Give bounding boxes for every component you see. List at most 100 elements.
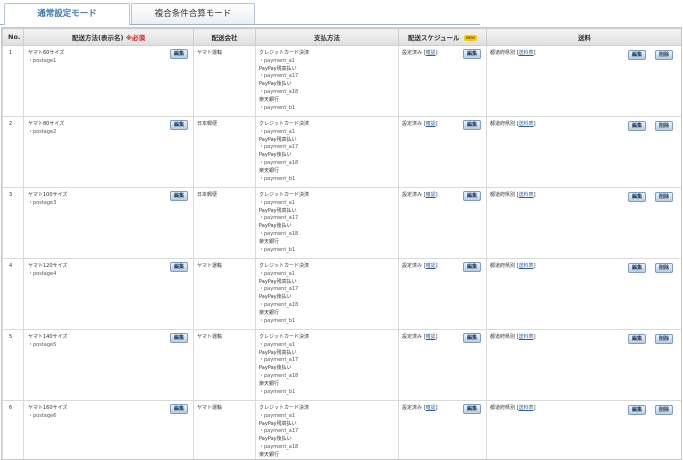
method-cell: ヤマト160サイズ ・postage6 編集 <box>23 400 194 459</box>
edit-fee-button[interactable]: 編集 <box>627 405 646 415</box>
edit-method-button[interactable]: 編集 <box>169 49 188 59</box>
edit-schedule-button[interactable]: 編集 <box>462 262 481 272</box>
edit-fee-button[interactable]: 編集 <box>627 50 646 60</box>
fee-table-link[interactable]: 送料表 <box>519 405 534 411</box>
method-name: ヤマト120サイズ <box>28 263 68 269</box>
edit-method-button[interactable]: 編集 <box>169 120 188 130</box>
method-cell: ヤマト100サイズ ・postage3 編集 <box>23 187 194 259</box>
schedule-confirm-link[interactable]: 確認 <box>426 334 436 340</box>
method-cell: ヤマト60サイズ ・postage1 編集 <box>23 45 194 117</box>
table-body: 1 ヤマト60サイズ ・postage1 編集 ヤマト運輸 クレジットカード決済… <box>2 45 681 459</box>
fee-bracket: ] <box>533 121 536 127</box>
edit-schedule-button[interactable]: 編集 <box>462 404 481 414</box>
company-cell: 日本郵便 <box>193 187 256 259</box>
payment-method-line: PayPay後払い <box>259 365 292 372</box>
payment-method-line: ・payment_a18 <box>259 88 299 95</box>
payment-method-line: ・payment_a1 <box>259 199 296 206</box>
method-name: ヤマト60サイズ <box>28 50 65 56</box>
method-name: ヤマト80サイズ <box>28 121 65 127</box>
edit-method-button[interactable]: 編集 <box>169 333 188 343</box>
fee-bracket: ] <box>533 334 536 340</box>
schedule-confirm-link[interactable]: 確認 <box>426 121 436 127</box>
tab-combined-mode[interactable]: 複合条件合算モード <box>131 3 255 25</box>
schedule-status: 設定済み [ <box>402 405 426 411</box>
payment-method-line: PayPay残高払い <box>259 207 297 214</box>
edit-fee-button[interactable]: 編集 <box>627 121 646 131</box>
payment-method-line: ・payment_b1 <box>259 388 296 395</box>
payment-method-line: ・payment_a1 <box>259 412 296 419</box>
fee-table-link[interactable]: 送料表 <box>519 121 534 127</box>
payment-method-line: ・payment_b1 <box>259 175 296 182</box>
method-code: ・postage2 <box>28 128 57 135</box>
payment-method-line: PayPay残高払い <box>259 65 297 72</box>
delete-button[interactable]: 削除 <box>654 50 673 60</box>
edit-schedule-button[interactable]: 編集 <box>462 49 481 59</box>
method-cell: ヤマト80サイズ ・postage2 編集 <box>23 116 194 188</box>
edit-method-button[interactable]: 編集 <box>169 191 188 201</box>
edit-fee-button[interactable]: 編集 <box>627 192 646 202</box>
edit-schedule-button[interactable]: 編集 <box>462 191 481 201</box>
schedule-cell: 設定済み [確認] 編集 <box>398 116 487 188</box>
fee-table-link[interactable]: 送料表 <box>519 192 534 198</box>
delete-button[interactable]: 削除 <box>654 405 673 415</box>
payment-method-line: クレジットカード決済 <box>259 192 310 198</box>
schedule-confirm-link[interactable]: 確認 <box>426 405 436 411</box>
edit-schedule-button[interactable]: 編集 <box>462 120 481 130</box>
payment-method-line: 楽天銀行 <box>259 309 280 316</box>
payment-method-line: ・payment_a1 <box>259 270 296 277</box>
delete-button[interactable]: 削除 <box>654 192 673 202</box>
payment-method-line: クレジットカード決済 <box>259 405 310 411</box>
payment-method-line: PayPay残高払い <box>259 136 297 143</box>
edit-fee-button[interactable]: 編集 <box>627 334 646 344</box>
fee-cell: 都道府県別 [送料表] 編集 削除 <box>486 258 681 330</box>
schedule-cell: 設定済み [確認] 編集 <box>398 329 487 401</box>
method-code: ・postage4 <box>28 270 57 277</box>
schedule-confirm-link[interactable]: 確認 <box>426 192 436 198</box>
col-header-fee: 送料 <box>486 28 681 46</box>
row-number: 6 <box>2 400 24 459</box>
edit-method-button[interactable]: 編集 <box>169 404 188 414</box>
payment-method-line: ・payment_a18 <box>259 443 299 450</box>
payment-cell: クレジットカード決済 ・payment_a1 PayPay残高払い ・payment_… <box>255 45 399 117</box>
edit-method-button[interactable]: 編集 <box>169 262 188 272</box>
col-header-schedule-label: 配送スケジュール <box>408 34 460 42</box>
edit-fee-button[interactable]: 編集 <box>627 263 646 273</box>
payment-method-line: ・payment_a1 <box>259 128 296 135</box>
new-badge: NEW <box>463 35 477 41</box>
schedule-bracket: ] <box>435 263 438 269</box>
shipping-company: ヤマト運輸 <box>197 405 223 411</box>
payment-method-line: ・payment_a18 <box>259 159 299 166</box>
schedule-status: 設定済み [ <box>402 121 426 127</box>
shipping-company: ヤマト運輸 <box>197 334 223 340</box>
payment-method-line: ・payment_a18 <box>259 372 299 379</box>
table-row: 3 ヤマト100サイズ ・postage3 編集 日本郵便 クレジットカード決済… <box>2 187 681 259</box>
schedule-confirm-link[interactable]: 確認 <box>426 50 436 56</box>
delete-button[interactable]: 削除 <box>654 263 673 273</box>
fee-table-link[interactable]: 送料表 <box>519 263 534 269</box>
shipping-table-container: No. 配送方法(表示名) ※必須 配送会社 支払方法 配送スケジュール NEW… <box>1 27 682 460</box>
payment-method-line: 楽天銀行 <box>259 167 280 174</box>
schedule-cell: 設定済み [確認] 編集 <box>398 258 487 330</box>
fee-table-link[interactable]: 送料表 <box>519 50 534 56</box>
tab-normal-mode[interactable]: 通常設定モード <box>4 3 130 25</box>
delete-button[interactable]: 削除 <box>654 334 673 344</box>
payment-method-line: クレジットカード決済 <box>259 334 310 340</box>
delete-button[interactable]: 削除 <box>654 121 673 131</box>
schedule-confirm-link[interactable]: 確認 <box>426 263 436 269</box>
shipping-company: 日本郵便 <box>197 121 218 127</box>
payment-method-line: 楽天銀行 <box>259 451 280 458</box>
payment-cell: クレジットカード決済 ・payment_a1 PayPay残高払い ・payment_… <box>255 116 399 188</box>
schedule-bracket: ] <box>435 50 438 56</box>
payment-method-line: 楽天銀行 <box>259 238 280 245</box>
schedule-bracket: ] <box>435 405 438 411</box>
row-number: 3 <box>2 187 24 259</box>
schedule-status: 設定済み [ <box>402 50 426 56</box>
table-header-row: No. 配送方法(表示名) ※必須 配送会社 支払方法 配送スケジュール NEW… <box>2 28 681 46</box>
method-code: ・postage6 <box>28 412 57 419</box>
row-number: 4 <box>2 258 24 330</box>
method-code: ・postage5 <box>28 341 57 348</box>
fee-table-link[interactable]: 送料表 <box>519 334 534 340</box>
edit-schedule-button[interactable]: 編集 <box>462 333 481 343</box>
fee-cell: 都道府県別 [送料表] 編集 削除 <box>486 187 681 259</box>
fee-type: 都道府県別 [ <box>490 121 519 127</box>
